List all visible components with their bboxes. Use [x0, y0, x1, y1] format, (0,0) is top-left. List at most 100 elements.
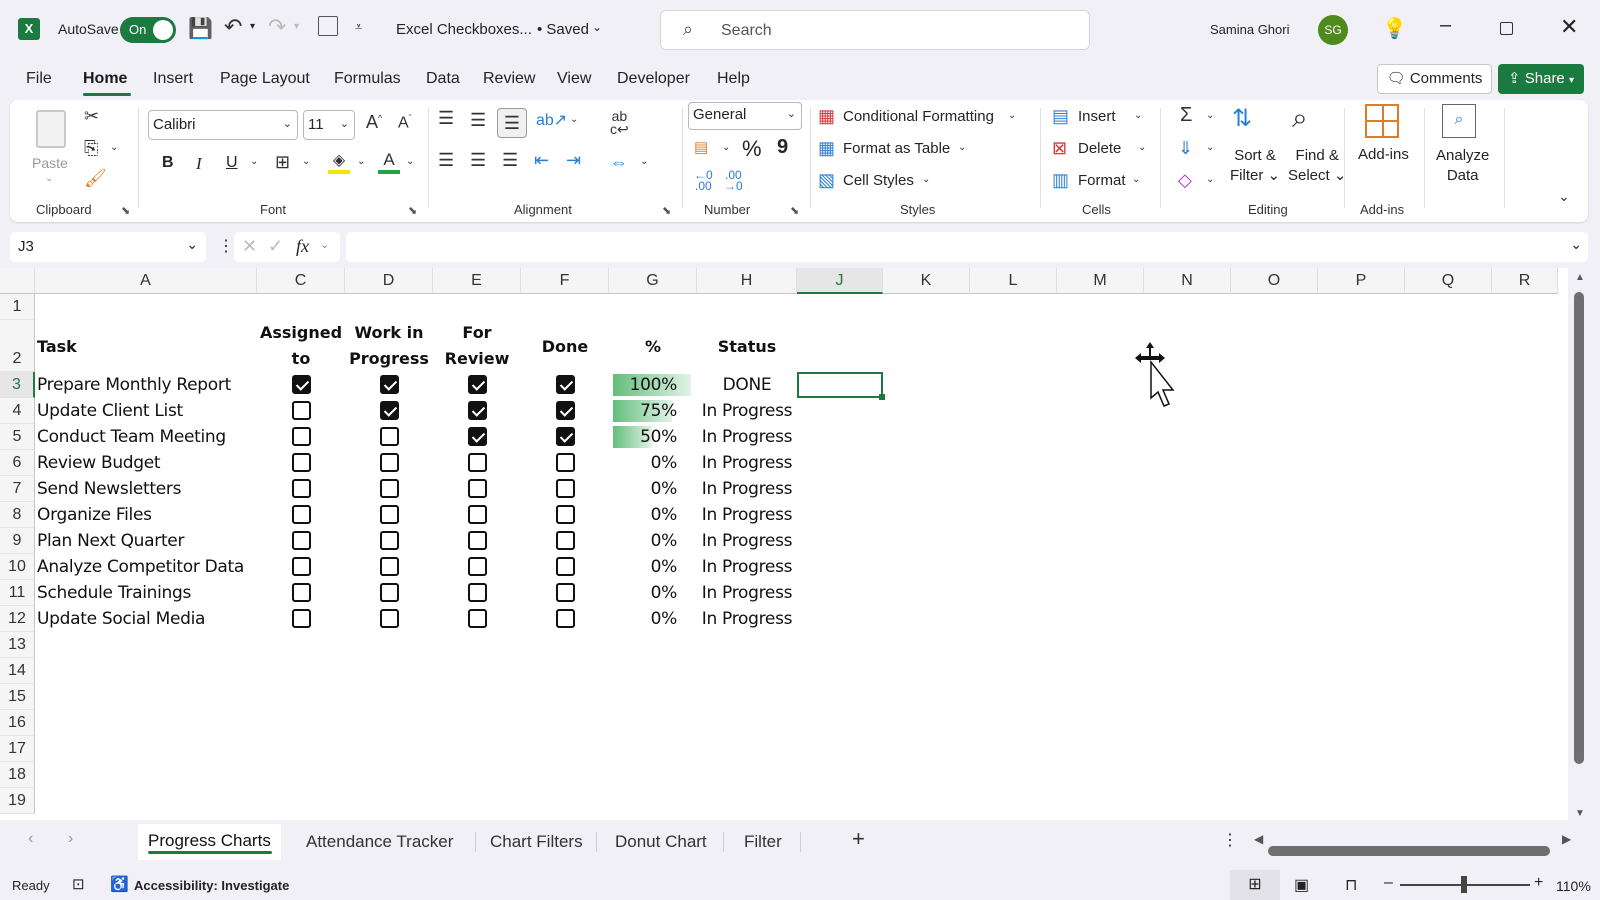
borders-dropdown-icon[interactable]: ⌄: [302, 156, 310, 167]
sheet-tab-chart-filters[interactable]: Chart Filters: [490, 832, 583, 852]
row-header-5[interactable]: 5: [0, 424, 35, 450]
menu-review[interactable]: Review: [483, 70, 535, 88]
align-middle-icon[interactable]: ☰: [470, 110, 486, 131]
clear-icon[interactable]: ◇: [1178, 170, 1192, 191]
checkbox-done[interactable]: [556, 453, 575, 472]
row-header-6[interactable]: 6: [0, 450, 35, 476]
font-family-select[interactable]: Calibri ⌄: [148, 110, 298, 140]
next-sheet-icon[interactable]: ›: [68, 830, 73, 848]
accessibility-icon[interactable]: ♿: [110, 875, 129, 893]
percent-style-button[interactable]: %: [742, 136, 762, 162]
orientation-icon[interactable]: ab↗: [536, 110, 567, 130]
row-header-18[interactable]: 18: [0, 762, 35, 788]
find-select-icon[interactable]: ⌕: [1292, 102, 1308, 135]
menu-page-layout[interactable]: Page Layout: [220, 70, 310, 88]
column-header-c[interactable]: C: [257, 268, 345, 294]
paste-button[interactable]: Paste ⌄: [28, 108, 72, 188]
add-sheet-button[interactable]: +: [852, 826, 865, 852]
row-header-15[interactable]: 15: [0, 684, 35, 710]
checkbox-assigned[interactable]: [292, 401, 311, 420]
checkbox-done[interactable]: [556, 375, 575, 394]
restore-icon[interactable]: [1500, 22, 1513, 35]
row-header-7[interactable]: 7: [0, 476, 35, 502]
checkbox-review[interactable]: [468, 609, 487, 628]
redo-icon[interactable]: ↷: [268, 14, 286, 40]
spreadsheet-grid[interactable]: ACDEFGHJKLMNOPQR 1 2 3 4 5 6 7 8 9 10 11 12 13 14 15 16…: [0, 268, 1568, 820]
prev-sheet-icon[interactable]: ‹: [28, 830, 33, 848]
copy-icon[interactable]: ⎘: [84, 138, 98, 159]
column-header-d[interactable]: D: [345, 268, 433, 294]
checkbox-assigned[interactable]: [292, 453, 311, 472]
scroll-right-icon[interactable]: ▶: [1562, 832, 1571, 846]
menu-data[interactable]: Data: [426, 70, 460, 88]
wrap-text-icon[interactable]: ab c↩: [610, 109, 629, 136]
menu-insert[interactable]: Insert: [153, 70, 193, 88]
checkbox-done[interactable]: [556, 583, 575, 602]
normal-view-button[interactable]: ⊞: [1230, 870, 1280, 900]
share-button[interactable]: ⇪ Share ▾: [1498, 64, 1584, 94]
checkbox-review[interactable]: [468, 401, 487, 420]
collapse-ribbon-icon[interactable]: ⌄: [1558, 188, 1570, 205]
checkbox-done[interactable]: [556, 609, 575, 628]
column-header-r[interactable]: R: [1492, 268, 1558, 294]
lightbulb-icon[interactable]: 💡: [1382, 16, 1407, 41]
checkbox-done[interactable]: [556, 479, 575, 498]
decrease-indent-icon[interactable]: ⇤: [534, 150, 549, 171]
zoom-level[interactable]: 110%: [1556, 878, 1591, 894]
row-header-8[interactable]: 8: [0, 502, 35, 528]
increase-decimal-icon[interactable]: ←0.00: [694, 169, 713, 192]
checkbox-review[interactable]: [468, 505, 487, 524]
checkbox-done[interactable]: [556, 401, 575, 420]
merge-center-icon[interactable]: ⇔: [610, 152, 628, 173]
checkbox-done[interactable]: [556, 427, 575, 446]
decrease-font-icon[interactable]: Aˇ: [398, 113, 412, 132]
orientation-dropdown-icon[interactable]: ⌄: [570, 114, 578, 125]
checkbox-wip[interactable]: [380, 583, 399, 602]
clear-dropdown-icon[interactable]: ⌄: [1206, 174, 1214, 185]
menu-home[interactable]: Home: [83, 70, 127, 88]
checkbox-wip[interactable]: [380, 505, 399, 524]
menu-help[interactable]: Help: [717, 70, 750, 88]
bold-button[interactable]: B: [162, 154, 174, 172]
checkbox-done[interactable]: [556, 557, 575, 576]
accounting-dropdown-icon[interactable]: ⌄: [722, 142, 730, 153]
menu-view[interactable]: View: [557, 70, 591, 88]
page-break-view-icon[interactable]: ⊓: [1345, 875, 1357, 895]
save-status[interactable]: • Saved: [537, 21, 589, 38]
align-bottom-icon[interactable]: ☰: [497, 108, 527, 138]
copy-dropdown-icon[interactable]: ⌄: [110, 142, 118, 153]
select-all-corner[interactable]: [0, 268, 35, 294]
redo-dropdown-icon[interactable]: ▾: [294, 21, 299, 32]
fill-handle[interactable]: [879, 394, 885, 400]
close-icon[interactable]: ✕: [1560, 14, 1578, 40]
align-right-icon[interactable]: ☰: [502, 150, 518, 171]
document-title[interactable]: Excel Checkboxes...: [396, 21, 532, 38]
selected-cell-j3[interactable]: [797, 372, 885, 400]
sheet-tab-attendance-tracker[interactable]: Attendance Tracker: [306, 832, 453, 852]
row-header-2[interactable]: 2: [0, 320, 35, 372]
autosave-toggle[interactable]: On: [120, 17, 176, 43]
format-cells-icon[interactable]: ▥: [1052, 170, 1069, 191]
checkbox-wip[interactable]: [380, 401, 399, 420]
row-header-11[interactable]: 11: [0, 580, 35, 606]
menu-developer[interactable]: Developer: [617, 70, 690, 88]
column-header-k[interactable]: K: [883, 268, 970, 294]
scroll-left-icon[interactable]: ◀: [1254, 832, 1263, 846]
comma-style-button[interactable]: 9: [777, 136, 788, 159]
sheet-tab-donut-chart[interactable]: Donut Chart: [615, 832, 707, 852]
checkbox-assigned[interactable]: [292, 505, 311, 524]
insert-cells-icon[interactable]: ▤: [1052, 106, 1069, 127]
align-top-icon[interactable]: ☰: [438, 108, 454, 129]
menu-formulas[interactable]: Formulas: [334, 70, 401, 88]
checkbox-review[interactable]: [468, 375, 487, 394]
horizontal-scrollbar-thumb[interactable]: [1268, 846, 1550, 856]
checkbox-assigned[interactable]: [292, 531, 311, 550]
checkbox-review[interactable]: [468, 427, 487, 446]
conditional-formatting-button[interactable]: Conditional Formatting: [843, 108, 994, 125]
user-name[interactable]: Samina Ghori: [1210, 22, 1289, 37]
cell-styles-icon[interactable]: ▧: [818, 170, 835, 191]
checkbox-wip[interactable]: [380, 427, 399, 446]
row-header-19[interactable]: 19: [0, 788, 35, 814]
vertical-scrollbar-thumb[interactable]: [1574, 292, 1584, 764]
underline-button[interactable]: U: [226, 154, 238, 172]
